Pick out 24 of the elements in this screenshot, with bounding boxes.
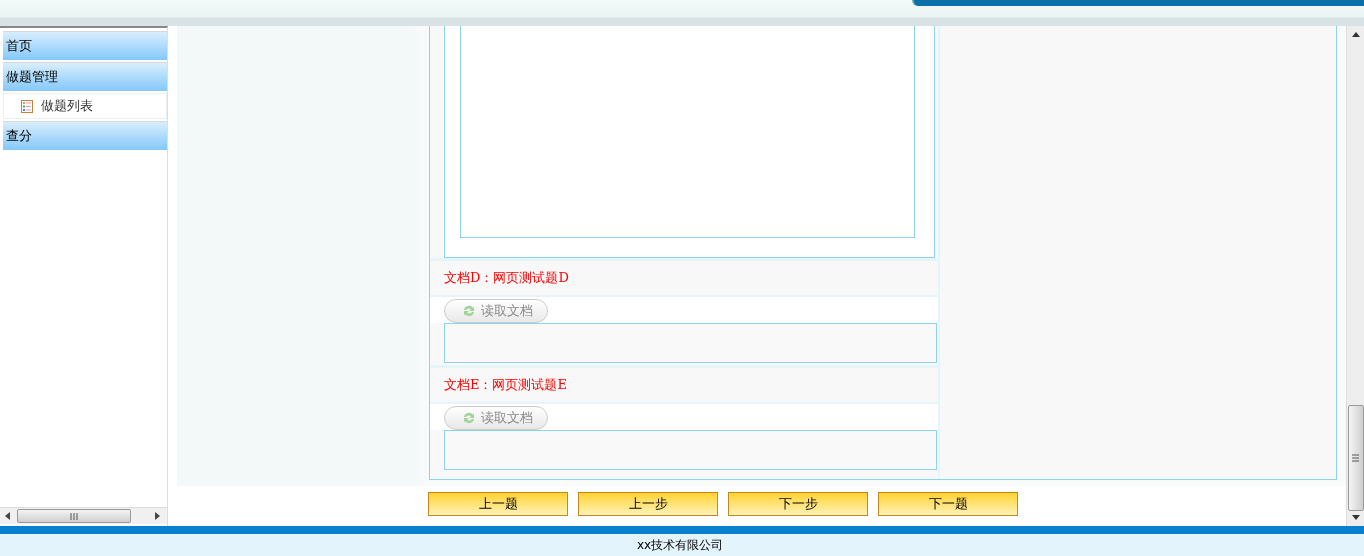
- document-title: 文档D：网页测试题D: [444, 269, 569, 287]
- menu-header[interactable]: 查分: [3, 121, 167, 150]
- text-area[interactable]: [444, 323, 937, 363]
- scroll-down-icon[interactable]: [1351, 515, 1360, 520]
- menu-header[interactable]: 做题管理: [3, 62, 167, 91]
- nav-button[interactable]: 下一题: [878, 492, 1018, 516]
- menu-header[interactable]: 首页: [3, 31, 167, 60]
- menu-item[interactable]: 做题列表: [3, 93, 167, 119]
- document-title: 文档E：网页测试题E: [444, 376, 567, 394]
- vertical-scrollbar[interactable]: [1346, 26, 1364, 526]
- scroll-up-icon[interactable]: [1351, 32, 1360, 37]
- refresh-icon: [461, 303, 477, 319]
- refresh-icon: [461, 410, 477, 426]
- list-icon: [21, 99, 33, 113]
- scroll-right-icon[interactable]: [155, 512, 161, 520]
- horizontal-scrollbar[interactable]: [0, 507, 167, 524]
- scrollbar-thumb[interactable]: [17, 509, 131, 523]
- nav-button[interactable]: 上一题: [428, 492, 568, 516]
- nav-button[interactable]: 下一步: [728, 492, 868, 516]
- footer-text: xx技术有限公司: [636, 537, 724, 554]
- text-area[interactable]: [444, 430, 937, 470]
- scrollbar-thumb[interactable]: [1347, 405, 1364, 511]
- nav-button[interactable]: 上一步: [578, 492, 718, 516]
- scroll-left-icon[interactable]: [5, 512, 11, 520]
